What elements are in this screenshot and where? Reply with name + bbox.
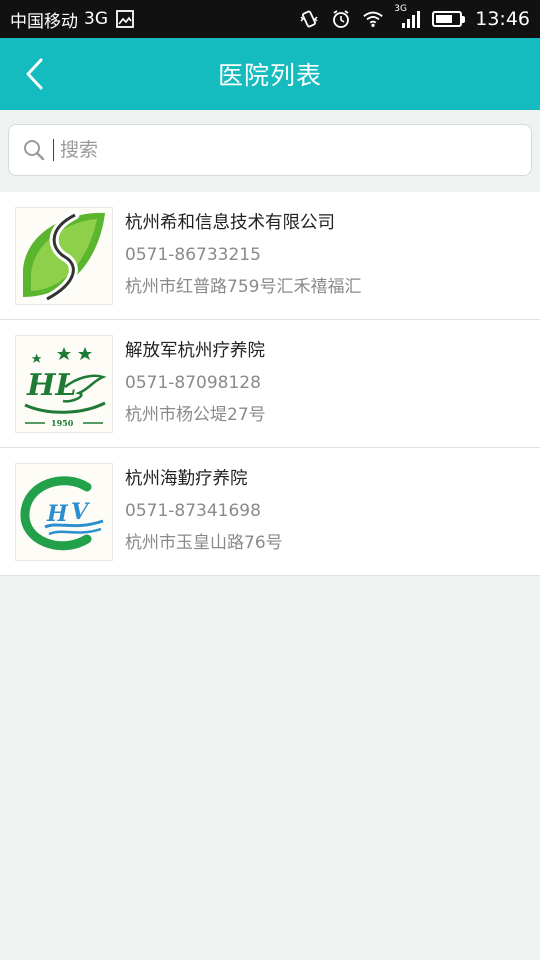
- hospital-list: 杭州希和信息技术有限公司 0571-86733215 杭州市红普路759号汇禾禧…: [0, 192, 540, 576]
- carrier-label: 中国移动: [10, 11, 78, 32]
- svg-text:1950: 1950: [51, 418, 74, 428]
- hl-dove-1950-logo: HL 1950: [15, 334, 113, 433]
- status-time: 13:46: [475, 8, 530, 30]
- list-item[interactable]: H V 杭州海勤疗养院 0571-87341698 杭州市玉皇山路76号: [0, 448, 540, 576]
- hq-wave-logo: H V: [15, 462, 113, 561]
- network-label: 3G: [84, 9, 108, 29]
- svg-text:V: V: [71, 499, 90, 525]
- hospital-phone: 0571-87341698: [125, 501, 261, 521]
- signal-icon: 3G: [394, 4, 422, 30]
- search-box[interactable]: [8, 124, 532, 176]
- chevron-left-icon: [26, 58, 43, 90]
- svg-text:H: H: [46, 501, 69, 527]
- hospital-info: 杭州希和信息技术有限公司 0571-86733215 杭州市红普路759号汇禾禧…: [125, 212, 361, 299]
- hospital-address: 杭州市杨公堤27号: [125, 405, 266, 425]
- back-button[interactable]: [10, 50, 58, 98]
- hospital-name: 杭州希和信息技术有限公司: [125, 213, 335, 233]
- image-icon: [114, 8, 136, 30]
- status-bar: 中国移动 3G 3G 13:46: [0, 0, 540, 38]
- hospital-info: 解放军杭州疗养院 0571-87098128 杭州市杨公堤27号: [125, 340, 266, 427]
- status-left: 中国移动 3G: [10, 7, 136, 32]
- page-title: 医院列表: [217, 61, 322, 90]
- nav-bar: 医院列表: [0, 38, 540, 110]
- text-caret: [53, 139, 54, 161]
- hospital-name: 杭州海勤疗养院: [125, 469, 248, 489]
- alarm-icon: [330, 8, 352, 30]
- signal-tag: 3G: [394, 4, 407, 14]
- status-right: 3G 13:46: [298, 4, 530, 30]
- vibrate-icon: [298, 8, 320, 30]
- hospital-name: 解放军杭州疗养院: [125, 341, 265, 361]
- search-input[interactable]: [60, 139, 500, 161]
- list-item[interactable]: HL 1950 解放军杭州疗养院 0571-87098128 杭州市杨公堤27号: [0, 320, 540, 448]
- hospital-address: 杭州市红普路759号汇禾禧福汇: [125, 277, 362, 297]
- search-area: [0, 110, 540, 192]
- list-item[interactable]: 杭州希和信息技术有限公司 0571-86733215 杭州市红普路759号汇禾禧…: [0, 192, 540, 320]
- hospital-phone: 0571-86733215: [125, 245, 261, 265]
- battery-icon: [432, 11, 466, 27]
- hospital-phone: 0571-87098128: [125, 373, 261, 393]
- hospital-info: 杭州海勤疗养院 0571-87341698 杭州市玉皇山路76号: [125, 468, 283, 555]
- hospital-address: 杭州市玉皇山路76号: [125, 533, 283, 553]
- wifi-icon: [362, 8, 384, 30]
- search-icon: [24, 140, 45, 161]
- green-leaf-s-logo: [15, 206, 113, 305]
